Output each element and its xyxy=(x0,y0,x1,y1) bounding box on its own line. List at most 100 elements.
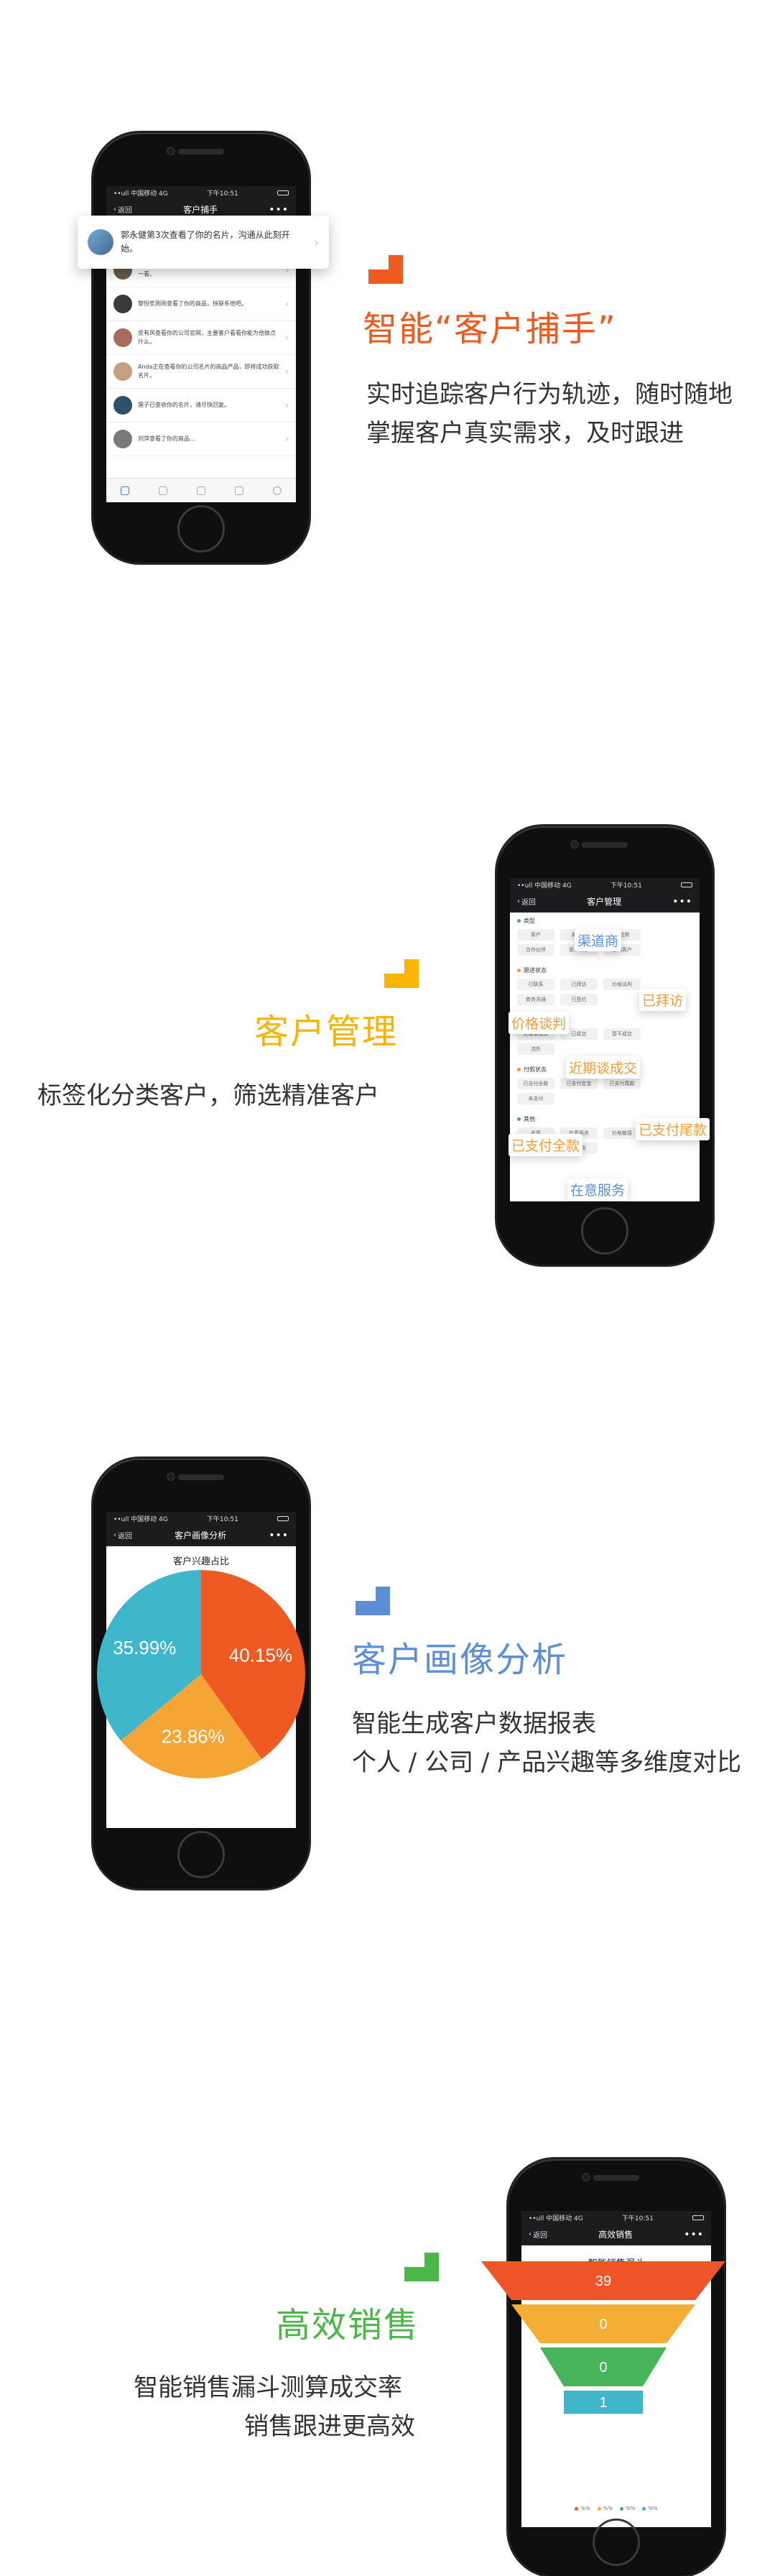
back-button[interactable]: ‹ 返回 xyxy=(517,896,536,907)
section3-title: 客户画像分析 xyxy=(352,1640,568,1680)
back-label: 返回 xyxy=(533,2232,547,2240)
legend-item: %% xyxy=(620,2506,635,2511)
section2-desc: 标签化分类客户，筛选精准客户 xyxy=(37,1081,379,1110)
back-button[interactable]: ‹ 返回 xyxy=(529,2229,547,2240)
nav-bar: ‹ 返回 客户管理 ••• xyxy=(510,891,700,913)
list-item[interactable]: 刘萍查看了你的商品... › xyxy=(106,423,296,456)
home-button[interactable] xyxy=(593,2519,640,2566)
visitor-notification-popup[interactable]: 郭永健第3次查看了你的名片，沟通从此刻开始。 › xyxy=(78,216,329,269)
message-text: 黎恒笙刚刚查看了你的商品，快联系他吧。 xyxy=(138,300,247,307)
tab-customer-icon[interactable] xyxy=(196,486,205,495)
floating-tag: 价格谈判 xyxy=(509,1012,570,1034)
section1-title: 智能“客户捕手” xyxy=(363,309,617,349)
home-button[interactable] xyxy=(177,505,225,553)
tag-chip[interactable]: 已联系 xyxy=(517,979,554,990)
floating-tag: 渠道商 xyxy=(575,929,622,951)
status-time: 下午10:51 xyxy=(206,190,238,198)
tag-row: 未支付 xyxy=(517,1093,692,1104)
front-camera xyxy=(167,1472,175,1481)
tab-me-icon[interactable] xyxy=(272,486,282,495)
tab-home-icon[interactable] xyxy=(121,486,130,495)
more-dots-icon[interactable]: ••• xyxy=(684,2229,704,2240)
tag-group-label: 类型 xyxy=(524,918,535,924)
front-camera xyxy=(582,2173,590,2182)
floating-tag: 已支付全款 xyxy=(509,1134,583,1156)
section1-desc-line1: 实时追踪客户行为轨迹，随时随地 xyxy=(366,380,733,409)
avatar xyxy=(113,362,132,381)
battery-icon xyxy=(692,2215,704,2220)
floating-tag: 近期谈成交 xyxy=(566,1056,641,1079)
tag-chip[interactable]: 已签约 xyxy=(560,994,598,1005)
bullet-icon xyxy=(517,1068,521,1071)
message-list: 平野Mo查看了你的官网，看看很有意思哦，说不定值得一看。›黎恒笙刚刚查看了你的商… xyxy=(106,254,296,456)
earpiece xyxy=(178,1474,224,1480)
tag-chip[interactable]: 商务沟通 xyxy=(517,994,554,1005)
tag-chip[interactable]: 暂不成交 xyxy=(603,1028,641,1040)
section2-title: 客户管理 xyxy=(254,1012,399,1052)
back-label: 返回 xyxy=(118,1533,132,1541)
list-item[interactable]: 猩子已查收你的名片，请尽快回复。 › xyxy=(106,389,296,423)
avatar xyxy=(88,229,113,255)
tag-chip[interactable]: 已拜访 xyxy=(560,979,598,990)
funnel-stage-value: 0 xyxy=(599,2360,607,2376)
more-dots-icon[interactable]: ••• xyxy=(269,204,289,216)
funnel-chart: 39 0 0 1 xyxy=(481,2261,725,2414)
earpiece xyxy=(593,2175,639,2181)
popup-text: 郭永健第3次查看了你的名片，沟通从此刻开始。 xyxy=(121,230,290,254)
tag-chip[interactable]: 未支付 xyxy=(517,1093,554,1104)
more-dots-icon[interactable]: ••• xyxy=(269,1530,289,1541)
tab-report-icon[interactable] xyxy=(234,486,243,495)
nav-title: 客户画像分析 xyxy=(175,1531,227,1541)
chevron-right-icon: › xyxy=(285,299,289,309)
tag-chip[interactable]: 客户 xyxy=(517,929,554,941)
nav-title: 高效销售 xyxy=(598,2230,633,2240)
pie-slice-label: 23.86% xyxy=(162,1725,225,1747)
funnel-stage-value: 39 xyxy=(595,2273,611,2289)
avatar xyxy=(113,328,132,347)
section1-desc-line2: 掌握客户真实需求，及时跟进 xyxy=(366,419,684,448)
bullet-icon xyxy=(517,969,521,972)
tab-message-icon[interactable] xyxy=(159,486,168,495)
carrier-text: ••ull 中国移动 4G xyxy=(529,2215,583,2222)
bullet-icon xyxy=(517,1117,521,1121)
avatar xyxy=(113,295,132,313)
home-button[interactable] xyxy=(581,1207,628,1255)
tag-chip[interactable]: 已支付定金 xyxy=(560,1078,598,1089)
tag-chip[interactable]: 流失 xyxy=(517,1043,554,1055)
carrier-text: ••ull 中国移动 4G xyxy=(113,190,168,198)
tag-row: 流失 xyxy=(517,1043,692,1055)
avatar xyxy=(113,396,132,415)
earpiece xyxy=(582,842,628,848)
tag-chip[interactable]: 已支付全款 xyxy=(517,1078,554,1089)
tag-group-label: 付款状态 xyxy=(524,1066,547,1073)
tag-chip[interactable]: 已支付尾款 xyxy=(603,1078,641,1089)
home-button[interactable] xyxy=(177,1831,225,1878)
section-icon-yellow xyxy=(384,959,419,988)
list-item[interactable]: 黎恒笙刚刚查看了你的商品，快联系他吧。 › xyxy=(106,287,296,321)
status-bar: ••ull 中国移动 4G 下午10:51 xyxy=(106,186,296,199)
status-bar: ••ull 中国移动 4G 下午10:51 xyxy=(510,878,700,891)
pie-chart: 40.15% 23.86% 35.99% xyxy=(97,1570,305,1778)
message-text: 刘萍查看了你的商品... xyxy=(138,435,195,442)
list-item[interactable]: 皮有凤查看你的公司官网，主要客户看看你能为他做点什么。 › xyxy=(106,321,296,355)
tag-group-label: 跟进状态 xyxy=(524,967,547,974)
more-dots-icon[interactable]: ••• xyxy=(672,896,692,908)
nav-title: 客户捕手 xyxy=(183,205,218,215)
section-icon-orange xyxy=(368,255,403,284)
list-item[interactable]: Anda正在查看你的公司名片的商品产品，即将成功获取名片。 › xyxy=(106,355,296,389)
legend-item: %% xyxy=(597,2506,613,2511)
back-button[interactable]: ‹ 返回 xyxy=(113,1530,132,1541)
floating-tag: 在意服务 xyxy=(567,1178,628,1201)
chevron-right-icon: › xyxy=(285,333,289,343)
status-time: 下午10:51 xyxy=(621,2215,654,2222)
funnel-stage-value: 1 xyxy=(599,2395,607,2411)
tag-chip[interactable]: 合作伙伴 xyxy=(517,944,554,956)
earpiece xyxy=(178,149,224,154)
tag-chip[interactable]: 价格谈判 xyxy=(603,979,641,990)
chevron-right-icon: › xyxy=(285,400,289,410)
section4-desc-line2: 销售跟进更高效 xyxy=(244,2412,415,2441)
chevron-right-icon: › xyxy=(285,366,289,377)
front-camera xyxy=(167,147,175,155)
back-button[interactable]: ‹ 返回 xyxy=(113,204,132,215)
section-icon-blue xyxy=(356,1587,390,1615)
